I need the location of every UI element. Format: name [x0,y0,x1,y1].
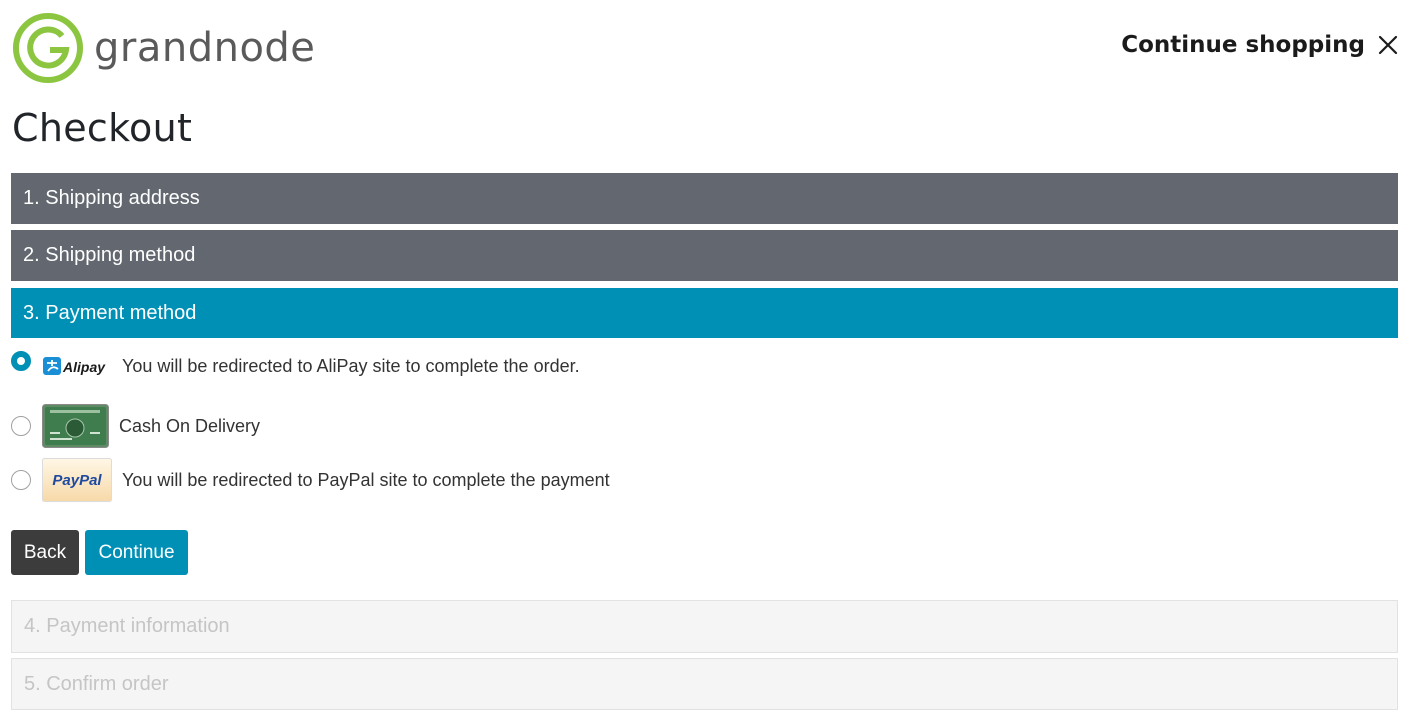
step-label: 1. Shipping address [23,187,200,209]
paypal-logo-icon: PayPal [42,458,112,502]
payment-method-description: Cash On Delivery [119,415,261,436]
alipay-logo-icon: Alipay [43,357,106,375]
payment-method-radio[interactable] [11,416,31,436]
brand-logo[interactable]: grandnode [12,12,315,84]
step-label: 2. Shipping method [23,244,196,266]
step-shipping-address[interactable]: 1. Shipping address [11,173,1398,224]
header: grandnode Continue shopping [0,0,1411,100]
step-payment-information: 4. Payment information [11,600,1398,653]
close-icon[interactable] [1377,34,1399,56]
page-title: Checkout [12,106,193,150]
payment-method-radio[interactable] [11,351,31,371]
payment-method-description: You will be redirected to AliPay site to… [122,355,580,376]
back-button[interactable]: Back [11,530,79,575]
step-shipping-method[interactable]: 2. Shipping method [11,230,1398,281]
step-label: 3. Payment method [23,301,197,324]
continue-shopping-label: Continue shopping [1121,32,1365,58]
payment-method-description: You will be redirected to PayPal site to… [122,469,610,490]
step-label: 5. Confirm order [24,672,169,695]
continue-shopping-link[interactable]: Continue shopping [1121,32,1399,58]
credit-card-icon [42,404,109,448]
payment-method-paypal[interactable]: PayPal You will be redirected to PayPal … [11,458,610,502]
step-confirm-order: 5. Confirm order [11,658,1398,710]
paypal-logo-text: PayPal [52,472,102,489]
brand-name: grandnode [94,25,316,71]
payment-method-cash-on-delivery[interactable]: Cash On Delivery [11,404,260,448]
alipay-logo-text: Alipay [62,359,106,375]
continue-button[interactable]: Continue [85,530,188,575]
step-payment-method: 3. Payment method [11,288,1398,338]
step-label: 4. Payment information [24,615,230,637]
grandnode-logo-icon [13,13,83,83]
payment-method-radio[interactable] [11,470,31,490]
payment-method-alipay[interactable]: Alipay You will be redirected to AliPay … [11,351,580,378]
